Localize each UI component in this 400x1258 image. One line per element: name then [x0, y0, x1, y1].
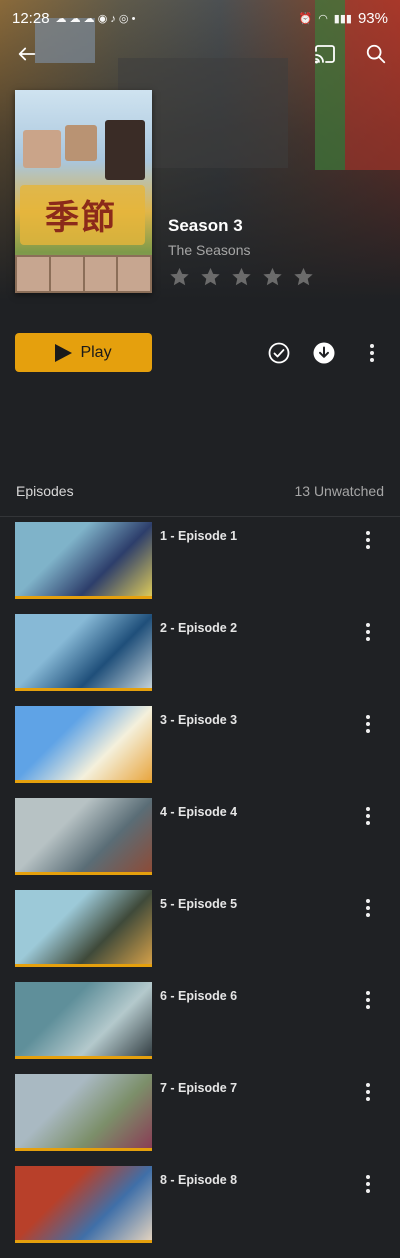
episode-title[interactable]: 6 - Episode 6	[160, 989, 237, 1003]
status-bar: 12:28 ☁ ☁ ☁ ◉ ♪ ◎ • ⏰ ◠ ▮▮▮ 93%	[0, 0, 400, 36]
back-button[interactable]	[13, 40, 41, 68]
status-time: 12:28	[12, 9, 50, 27]
star-icon[interactable]	[199, 266, 222, 288]
more-vertical-icon	[370, 344, 384, 362]
episode-row[interactable]: 7 - Episode 7	[0, 1074, 400, 1166]
episode-title[interactable]: 1 - Episode 1	[160, 529, 237, 543]
more-vertical-icon	[366, 1175, 370, 1193]
more-options-button[interactable]	[360, 341, 384, 365]
alarm-icon: ⏰	[298, 12, 313, 25]
episode-thumbnail[interactable]	[15, 798, 152, 875]
mark-watched-button[interactable]	[267, 341, 291, 365]
episode-row[interactable]: 6 - Episode 6	[0, 982, 400, 1074]
battery-level: 93%	[357, 9, 388, 27]
more-vertical-icon	[366, 807, 370, 825]
search-icon	[366, 44, 386, 64]
poster-image-part	[23, 130, 61, 168]
progress-bar	[15, 872, 152, 875]
episode-thumbnail[interactable]	[15, 706, 152, 783]
episode-title[interactable]: 8 - Episode 8	[160, 1173, 237, 1187]
wifi-icon: ◠	[318, 12, 328, 25]
episode-title[interactable]: 7 - Episode 7	[160, 1081, 237, 1095]
star-icon[interactable]	[261, 266, 284, 288]
episode-menu-button[interactable]	[358, 1080, 378, 1104]
season-poster: 季節	[15, 90, 152, 293]
unwatched-count: 13 Unwatched	[294, 483, 384, 499]
episode-title[interactable]: 2 - Episode 2	[160, 621, 237, 635]
progress-bar	[15, 1148, 152, 1151]
episode-menu-button[interactable]	[358, 896, 378, 920]
search-button[interactable]	[362, 40, 390, 68]
progress-bar	[15, 688, 152, 691]
progress-bar	[15, 596, 152, 599]
episode-thumbnail[interactable]	[15, 614, 152, 691]
episode-thumbnail[interactable]	[15, 1074, 152, 1151]
progress-bar	[15, 780, 152, 783]
check-circle-icon	[268, 342, 290, 364]
episode-title[interactable]: 4 - Episode 4	[160, 805, 237, 819]
episode-thumbnail[interactable]	[15, 1166, 152, 1243]
episode-menu-button[interactable]	[358, 712, 378, 736]
progress-bar	[15, 1240, 152, 1243]
divider	[0, 516, 400, 517]
progress-bar	[15, 964, 152, 967]
poster-image-part	[65, 125, 97, 161]
episode-thumbnail[interactable]	[15, 890, 152, 967]
episode-menu-button[interactable]	[358, 1172, 378, 1196]
episode-menu-button[interactable]	[358, 528, 378, 552]
play-icon	[55, 343, 73, 362]
cast-icon	[315, 45, 335, 64]
download-icon	[313, 342, 335, 364]
episode-thumbnail[interactable]	[15, 522, 152, 599]
episode-title[interactable]: 3 - Episode 3	[160, 713, 237, 727]
episode-row[interactable]: 5 - Episode 5	[0, 890, 400, 982]
top-action-bar	[0, 40, 400, 72]
episode-thumbnail[interactable]	[15, 982, 152, 1059]
signal-icon: ▮▮▮	[333, 12, 352, 25]
arrow-left-icon	[18, 47, 36, 61]
episodes-label: Episodes	[16, 483, 74, 499]
episode-menu-button[interactable]	[358, 988, 378, 1012]
show-name[interactable]: The Seasons	[168, 242, 315, 258]
episode-menu-button[interactable]	[358, 804, 378, 828]
more-vertical-icon	[366, 715, 370, 733]
more-vertical-icon	[366, 899, 370, 917]
episode-row[interactable]: 2 - Episode 2	[0, 614, 400, 706]
star-rating[interactable]	[168, 266, 315, 288]
episode-menu-button[interactable]	[358, 620, 378, 644]
season-info: Season 3 The Seasons	[168, 216, 315, 288]
play-button[interactable]: Play	[15, 333, 152, 372]
star-icon[interactable]	[292, 266, 315, 288]
more-vertical-icon	[366, 531, 370, 549]
poster-title: 季節	[45, 198, 117, 238]
episode-row[interactable]: 4 - Episode 4	[0, 798, 400, 890]
cast-button[interactable]	[311, 40, 339, 68]
episode-row[interactable]: 1 - Episode 1	[0, 522, 400, 614]
more-vertical-icon	[366, 1083, 370, 1101]
episode-row[interactable]: 3 - Episode 3	[0, 706, 400, 798]
progress-bar	[15, 1056, 152, 1059]
star-icon[interactable]	[168, 266, 191, 288]
episodes-header: Episodes 13 Unwatched	[0, 470, 400, 512]
play-label: Play	[80, 343, 112, 361]
download-button[interactable]	[312, 341, 336, 365]
episode-title[interactable]: 5 - Episode 5	[160, 897, 237, 911]
poster-image-part	[105, 120, 145, 180]
more-vertical-icon	[366, 623, 370, 641]
notification-icons: ☁ ☁ ☁ ◉ ♪ ◎ •	[55, 12, 136, 25]
more-vertical-icon	[366, 991, 370, 1009]
episode-row[interactable]: 8 - Episode 8	[0, 1166, 400, 1258]
poster-photo-strip	[15, 255, 152, 293]
season-title: Season 3	[168, 216, 243, 235]
episode-list: 1 - Episode 1 2 - Episode 2 3 - Episode 3 4…	[0, 522, 400, 1258]
star-icon[interactable]	[230, 266, 253, 288]
